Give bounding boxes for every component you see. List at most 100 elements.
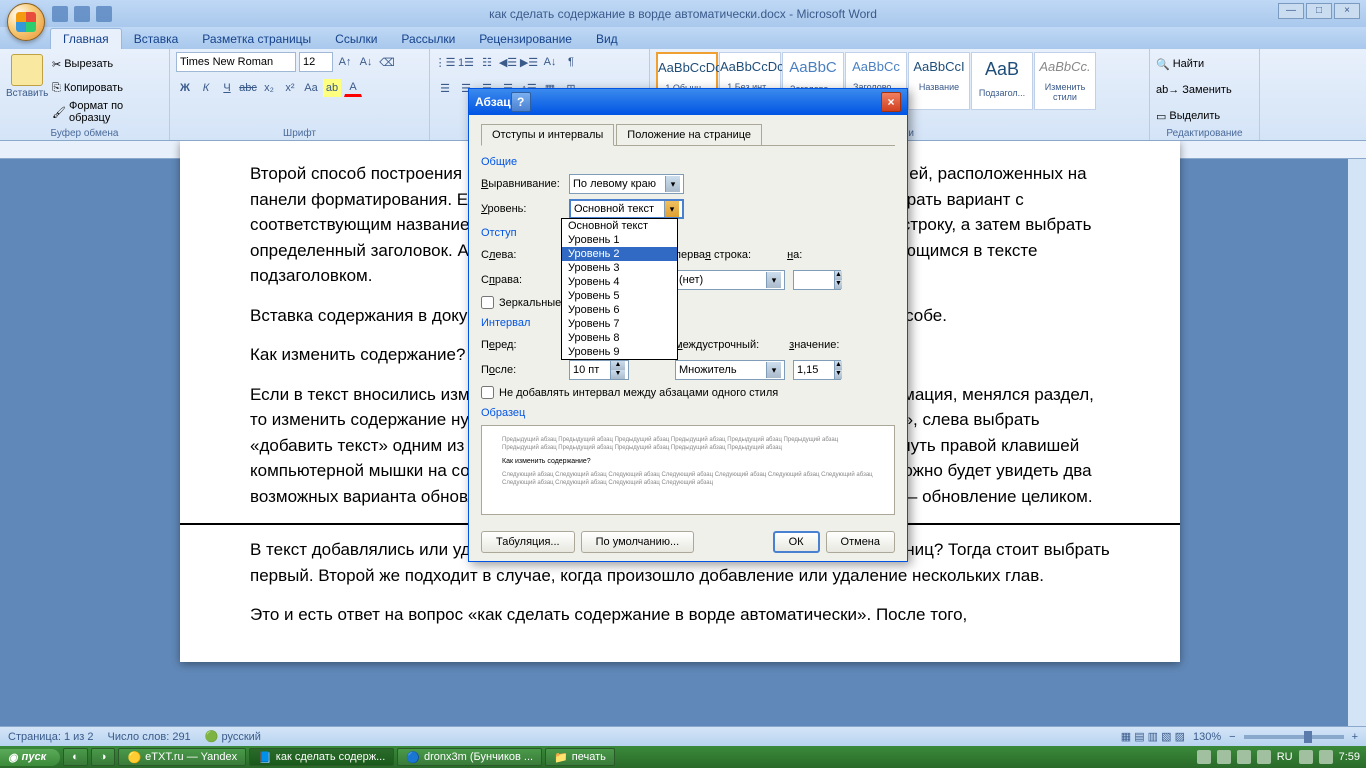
level-option[interactable]: Уровень 2	[562, 247, 677, 261]
cancel-button[interactable]: Отмена	[826, 531, 895, 553]
tray-icon[interactable]	[1299, 750, 1313, 764]
tray-icon[interactable]	[1197, 750, 1211, 764]
tab-indents[interactable]: Отступы и интервалы	[481, 124, 614, 146]
sort-icon[interactable]: A↓	[541, 53, 559, 71]
start-button[interactable]: ◉ пуск	[0, 749, 60, 766]
tray-clock[interactable]: 7:59	[1339, 751, 1360, 763]
level-option[interactable]: Уровень 6	[562, 303, 677, 317]
tab-references[interactable]: Ссылки	[323, 29, 389, 49]
find-button[interactable]: 🔍 Найти	[1156, 54, 1253, 74]
first-line-combo[interactable]: (нет)▾	[675, 270, 785, 290]
numbering-icon[interactable]: 1☰	[457, 53, 475, 71]
style-title[interactable]: AaBbCcIНазвание	[908, 52, 970, 110]
level-option[interactable]: Уровень 3	[562, 261, 677, 275]
format-painter-button[interactable]: 🖌 Формат по образцу	[52, 102, 163, 122]
taskbar-item[interactable]: ◐	[63, 748, 88, 766]
undo-icon[interactable]	[74, 6, 90, 22]
clear-format-icon[interactable]: ⌫	[378, 53, 396, 71]
vertical-scrollbar[interactable]	[1348, 159, 1366, 726]
view-buttons[interactable]: ▦ ▤ ▥ ▧ ▨	[1121, 730, 1185, 743]
save-icon[interactable]	[52, 6, 68, 22]
zoom-slider[interactable]	[1244, 735, 1344, 739]
by-spin[interactable]: ▲▼	[793, 270, 841, 290]
level-option[interactable]: Уровень 9	[562, 345, 677, 359]
minimize-button[interactable]: —	[1278, 3, 1304, 19]
office-button[interactable]	[7, 3, 47, 43]
level-option[interactable]: Уровень 8	[562, 331, 677, 345]
taskbar-item[interactable]: 🔵 dronx3m (Бунчиков ...	[397, 748, 542, 766]
shrink-font-icon[interactable]: A↓	[357, 53, 375, 71]
multilevel-icon[interactable]: ☷	[478, 53, 496, 71]
level-option[interactable]: Уровень 7	[562, 317, 677, 331]
close-button[interactable]: ×	[1334, 3, 1360, 19]
status-lang[interactable]: 🟢 русский	[205, 730, 261, 743]
copy-button[interactable]: ⎘ Копировать	[52, 78, 163, 98]
highlight-icon[interactable]: ab	[323, 79, 341, 97]
level-option[interactable]: Уровень 4	[562, 275, 677, 289]
decrease-indent-icon[interactable]: ◀☰	[499, 53, 517, 71]
style-change[interactable]: AaBbCc.Изменить стили	[1034, 52, 1096, 110]
default-button[interactable]: По умолчанию...	[581, 531, 695, 553]
tray-icon[interactable]	[1257, 750, 1271, 764]
font-color-icon[interactable]: A	[344, 79, 362, 97]
tray-icon[interactable]	[1319, 750, 1333, 764]
at-label: значение:	[789, 339, 839, 351]
taskbar-item[interactable]: 📁 печать	[545, 748, 615, 766]
close-icon[interactable]: ×	[881, 92, 901, 112]
increase-indent-icon[interactable]: ▶☰	[520, 53, 538, 71]
level-option[interactable]: Уровень 1	[562, 233, 677, 247]
italic-icon[interactable]: К	[197, 79, 215, 97]
no-space-checkbox[interactable]	[481, 386, 494, 399]
align-left-icon[interactable]: ☰	[436, 79, 454, 97]
taskbar-item[interactable]: 📘 как сделать содерж...	[249, 748, 394, 766]
zoom-in-icon[interactable]: +	[1352, 731, 1358, 743]
superscript-icon[interactable]: x²	[281, 79, 299, 97]
bold-icon[interactable]: Ж	[176, 79, 194, 97]
redo-icon[interactable]	[96, 6, 112, 22]
change-case-icon[interactable]: Aa	[302, 79, 320, 97]
show-marks-icon[interactable]: ¶	[562, 53, 580, 71]
maximize-button[interactable]: □	[1306, 3, 1332, 19]
after-spin[interactable]: ▲▼	[569, 360, 629, 380]
alignment-combo[interactable]: По левому краю▾	[569, 174, 684, 194]
taskbar-item[interactable]: ◑	[91, 748, 116, 766]
font-family-combo[interactable]	[176, 52, 296, 72]
tab-home[interactable]: Главная	[50, 28, 122, 49]
grow-font-icon[interactable]: A↑	[336, 53, 354, 71]
replace-button[interactable]: ab→ Заменить	[1156, 80, 1253, 100]
level-combo[interactable]: Основной текст▾	[569, 199, 684, 219]
tab-view[interactable]: Вид	[584, 29, 630, 49]
underline-icon[interactable]: Ч	[218, 79, 236, 97]
tab-insert[interactable]: Вставка	[122, 29, 191, 49]
select-button[interactable]: ▭ Выделить	[1156, 106, 1253, 126]
status-page[interactable]: Страница: 1 из 2	[8, 731, 94, 743]
at-spin[interactable]: ▲▼	[793, 360, 841, 380]
tabs-button[interactable]: Табуляция...	[481, 531, 575, 553]
tab-mailings[interactable]: Рассылки	[389, 29, 467, 49]
help-icon[interactable]: ?	[511, 92, 531, 112]
taskbar-item[interactable]: 🟡 eTXT.ru — Yandex	[118, 748, 246, 766]
zoom-value[interactable]: 130%	[1193, 731, 1221, 743]
tab-review[interactable]: Рецензирование	[467, 29, 584, 49]
mirror-indents-checkbox[interactable]	[481, 296, 494, 309]
level-option[interactable]: Основной текст	[562, 219, 677, 233]
bullets-icon[interactable]: ⋮☰	[436, 53, 454, 71]
font-size-combo[interactable]	[299, 52, 333, 72]
tray-icon[interactable]	[1217, 750, 1231, 764]
tray-icon[interactable]	[1237, 750, 1251, 764]
line-spacing-combo[interactable]: Множитель▾	[675, 360, 785, 380]
cut-button[interactable]: ✂ Вырезать	[52, 54, 163, 74]
subscript-icon[interactable]: x₂	[260, 79, 278, 97]
ok-button[interactable]: ОК	[773, 531, 820, 553]
tray-lang[interactable]: RU	[1277, 751, 1293, 763]
tab-page-layout[interactable]: Разметка страницы	[190, 29, 323, 49]
paste-button[interactable]: Вставить	[6, 52, 48, 138]
level-dropdown[interactable]: Основной текст Уровень 1 Уровень 2 Урове…	[561, 218, 678, 360]
strike-icon[interactable]: abc	[239, 79, 257, 97]
dialog-titlebar[interactable]: Абзац ? ×	[469, 89, 907, 115]
level-option[interactable]: Уровень 5	[562, 289, 677, 303]
style-subtitle[interactable]: AaBПодзагол...	[971, 52, 1033, 110]
status-words[interactable]: Число слов: 291	[108, 731, 191, 743]
tab-page-position[interactable]: Положение на странице	[616, 124, 762, 146]
zoom-out-icon[interactable]: −	[1229, 731, 1235, 743]
